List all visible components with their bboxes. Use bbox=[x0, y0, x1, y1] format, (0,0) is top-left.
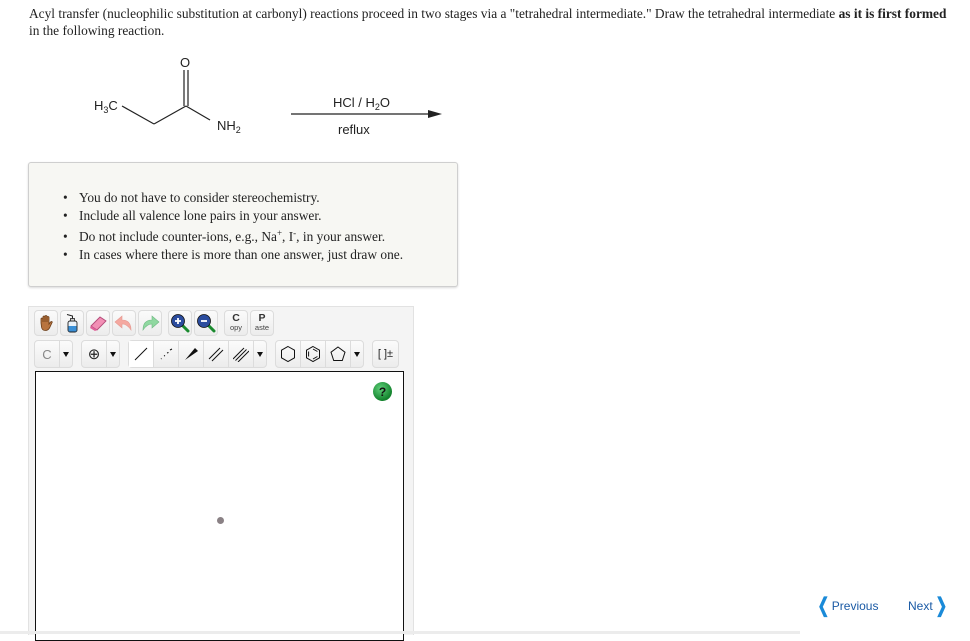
charge-button[interactable]: ⊕ bbox=[82, 341, 107, 367]
triple-bond-icon bbox=[233, 347, 249, 362]
bond-c3-n bbox=[185, 105, 211, 121]
chevron-down-icon bbox=[354, 351, 360, 357]
methyl-label: H3C bbox=[94, 98, 118, 115]
single-bond-button[interactable] bbox=[129, 341, 154, 367]
superscript-minus: - bbox=[293, 228, 297, 238]
hashed-bond-button[interactable] bbox=[154, 341, 179, 367]
wash-bottle-icon bbox=[66, 314, 78, 333]
drawing-canvas[interactable]: ? bbox=[35, 371, 404, 641]
question-mark-icon: ? bbox=[378, 384, 387, 399]
zoom-in-icon bbox=[171, 314, 190, 333]
reagent-bottom: reflux bbox=[338, 122, 370, 137]
bond-dropdown[interactable] bbox=[254, 341, 266, 367]
hand-icon bbox=[40, 315, 53, 331]
instruction-item: In cases where there is more than one an… bbox=[63, 246, 403, 264]
chevron-left-icon: ❮ bbox=[817, 595, 830, 617]
bond-c2-c3 bbox=[153, 105, 187, 125]
amine-label: NH2 bbox=[217, 118, 241, 135]
cyclohexane-button[interactable] bbox=[276, 341, 301, 367]
reagent-top: HCl / H2O bbox=[333, 95, 390, 112]
structure-editor: Copy Paste C ⊕ [ ]± ? bbox=[28, 306, 414, 641]
instruction-text: , in your answer. bbox=[296, 229, 386, 244]
previous-label: Previous bbox=[831, 599, 879, 613]
help-button[interactable]: ? bbox=[373, 382, 392, 401]
hand-tool-button[interactable] bbox=[34, 310, 58, 336]
wedge-bond-icon bbox=[185, 348, 198, 360]
instruction-item: You do not have to consider stereochemis… bbox=[63, 189, 403, 207]
question-text-1: Acyl transfer (nucleophilic substitution… bbox=[29, 6, 839, 21]
copy-button[interactable]: Copy bbox=[224, 310, 248, 336]
question-text-2: in the following reaction. bbox=[29, 23, 165, 38]
previous-button[interactable]: ❮ Previous bbox=[815, 595, 879, 617]
triple-bond-button[interactable] bbox=[229, 341, 254, 367]
copy-rest: opy bbox=[229, 323, 243, 332]
bracket-button-wrap: [ ]± bbox=[372, 340, 399, 368]
instruction-text: , I bbox=[282, 229, 294, 244]
instruction-item: Do not include counter-ions, e.g., Na+, … bbox=[63, 228, 403, 246]
chevron-right-icon: ❯ bbox=[935, 595, 947, 617]
lone-pair-tool-button[interactable] bbox=[60, 310, 84, 336]
double-bond-button[interactable] bbox=[204, 341, 229, 367]
zoom-out-button[interactable] bbox=[194, 310, 218, 336]
cyclohexane-icon bbox=[281, 345, 295, 363]
ring-selector bbox=[275, 340, 364, 368]
wedge-bond-button[interactable] bbox=[179, 341, 204, 367]
copy-letter: C bbox=[232, 312, 240, 324]
oxygen-label: O bbox=[180, 55, 190, 70]
editor-toolbar-bottom: C ⊕ [ ]± bbox=[34, 340, 399, 370]
undo-button[interactable] bbox=[112, 310, 136, 336]
chevron-down-icon bbox=[257, 351, 263, 357]
element-button[interactable]: C bbox=[35, 341, 60, 367]
benzene-icon bbox=[306, 345, 320, 363]
bond-c1-c2 bbox=[121, 105, 155, 125]
next-label: Next bbox=[908, 599, 933, 613]
redo-icon bbox=[142, 315, 160, 331]
bracket-charge-icon: [ ]± bbox=[377, 348, 394, 360]
question-prompt: Acyl transfer (nucleophilic substitution… bbox=[29, 5, 949, 39]
canvas-cursor-dot bbox=[217, 517, 224, 524]
reaction-arrow-head bbox=[428, 110, 442, 118]
instructions-list: You do not have to consider stereochemis… bbox=[63, 189, 403, 263]
charge-selector: ⊕ bbox=[81, 340, 120, 368]
chevron-down-icon bbox=[110, 351, 116, 357]
cyclopentane-button[interactable] bbox=[326, 341, 351, 367]
element-label: C bbox=[42, 346, 52, 362]
element-dropdown[interactable] bbox=[60, 341, 72, 367]
zoom-out-icon bbox=[197, 314, 216, 333]
bracket-charge-button[interactable]: [ ]± bbox=[373, 341, 398, 367]
hashed-bond-icon bbox=[160, 348, 173, 360]
charge-dropdown[interactable] bbox=[107, 341, 119, 367]
paste-rest: aste bbox=[254, 323, 270, 332]
redo-button[interactable] bbox=[138, 310, 162, 336]
double-bond-icon bbox=[208, 347, 224, 362]
cyclopentane-icon bbox=[330, 346, 346, 361]
bond-selector bbox=[128, 340, 267, 368]
paste-button[interactable]: Paste bbox=[250, 310, 274, 336]
paste-letter: P bbox=[258, 312, 266, 324]
charge-plus-icon: ⊕ bbox=[87, 346, 101, 363]
question-emphasis: as it is first formed bbox=[838, 6, 947, 21]
superscript-plus: + bbox=[276, 228, 283, 238]
instructions-box: You do not have to consider stereochemis… bbox=[28, 162, 458, 287]
undo-icon bbox=[114, 315, 132, 331]
element-selector: C bbox=[34, 340, 73, 368]
next-button[interactable]: Next ❯ bbox=[908, 596, 949, 616]
editor-toolbar-top: Copy Paste bbox=[34, 310, 274, 340]
instruction-text: Do not include counter-ions, e.g., Na bbox=[79, 229, 277, 244]
reaction-scheme: H3C O NH2 HCl / H2O reflux bbox=[80, 50, 460, 150]
zoom-in-button[interactable] bbox=[168, 310, 192, 336]
eraser-tool-button[interactable] bbox=[86, 310, 110, 336]
benzene-button[interactable] bbox=[301, 341, 326, 367]
propanamide-structure bbox=[121, 70, 211, 125]
eraser-icon bbox=[90, 316, 107, 331]
chevron-down-icon bbox=[63, 351, 69, 357]
single-bond-icon bbox=[134, 347, 148, 361]
instruction-item: Include all valence lone pairs in your a… bbox=[63, 207, 403, 225]
reaction-svg: H3C O NH2 HCl / H2O reflux bbox=[94, 55, 442, 137]
ring-dropdown[interactable] bbox=[351, 341, 363, 367]
